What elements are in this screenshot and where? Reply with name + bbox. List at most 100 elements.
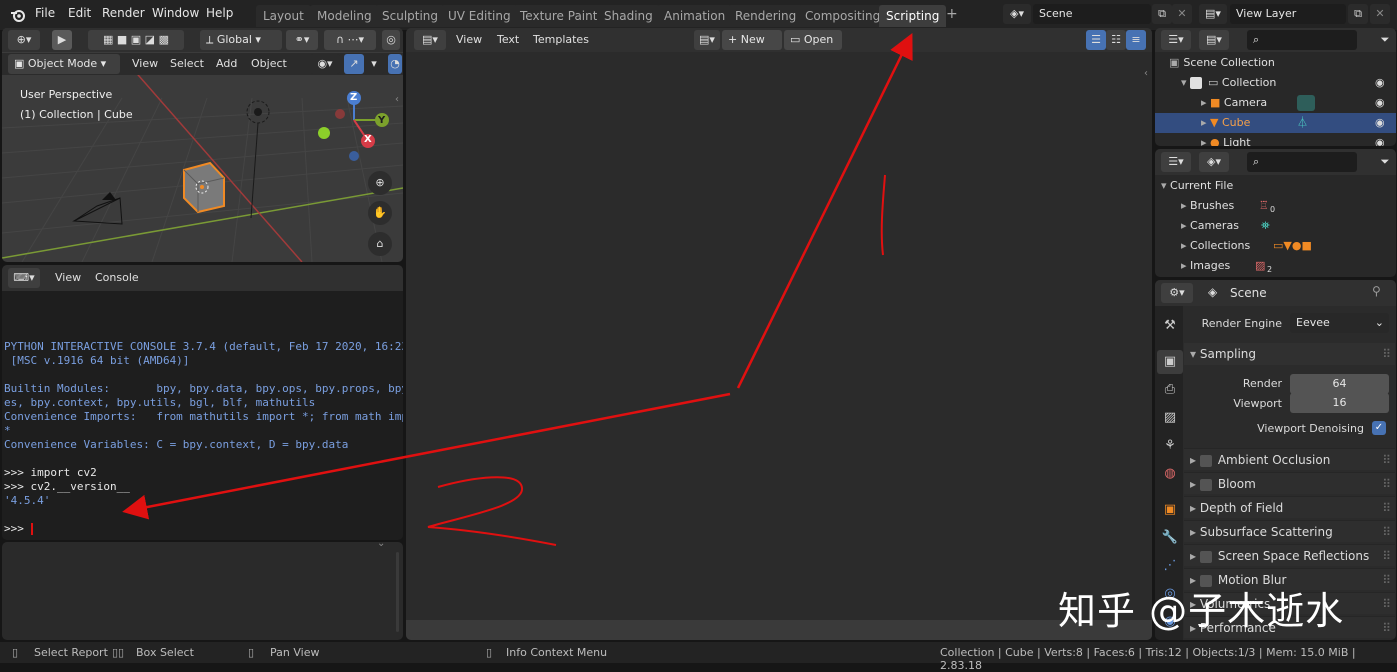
- particles-tab-icon[interactable]: ⋰: [1160, 558, 1180, 578]
- visibility-eye-icon[interactable]: ◉: [1375, 133, 1385, 146]
- viewport-denoising-checkbox[interactable]: ✓: [1372, 421, 1386, 435]
- panel-depth-of-field[interactable]: ▸ Depth of Field ⠿: [1184, 496, 1395, 518]
- camera-icon: ■: [1210, 96, 1224, 109]
- expand-icon: ▸: [1181, 219, 1191, 232]
- blend-file-mode-icon[interactable]: ◈▾: [1199, 152, 1229, 172]
- output-tab-icon[interactable]: ⎙: [1160, 382, 1180, 402]
- outliner-item-collection[interactable]: ▾ ▭ Collection ◉: [1155, 73, 1396, 93]
- outliner-item-camera[interactable]: ▸ ■ Camera ◉: [1155, 93, 1396, 113]
- panel-enable-checkbox[interactable]: [1199, 550, 1212, 563]
- sampling-label: Sampling: [1199, 347, 1257, 361]
- blend-file-outliner[interactable]: ☰▾ ◈▾ ⌕ ⏷ ▾ Current File ▸ Brushes ♖ 0 ▸ C…: [1155, 149, 1396, 277]
- mesh-object-icon: ▼: [1210, 116, 1222, 129]
- drag-handle-icon[interactable]: ⠿: [1382, 449, 1391, 471]
- camera-data-icon: [1297, 95, 1315, 111]
- current-file-label: Current File: [1170, 179, 1234, 192]
- visibility-eye-icon[interactable]: ◉: [1375, 93, 1385, 113]
- panel-bloom[interactable]: ▸ Bloom ⠿: [1184, 472, 1395, 494]
- editor-type-outliner-icon[interactable]: ☰▾: [1161, 30, 1191, 50]
- status-scene-stats: Collection | Cube | Verts:8 | Faces:6 | …: [940, 646, 1356, 672]
- editor-type-properties-icon[interactable]: ⚙▾: [1161, 283, 1193, 303]
- outliner-item-cube[interactable]: ▸ ▼ Cube ⏃ ◉: [1155, 113, 1396, 133]
- filter-icon-2[interactable]: ⏷: [1375, 152, 1395, 172]
- panel-enable-checkbox[interactable]: [1199, 478, 1212, 491]
- mouse-right-icon-2: ▯: [486, 646, 493, 659]
- light-label: Light: [1223, 136, 1251, 146]
- display-mode-icon[interactable]: ▤▾: [1199, 30, 1229, 50]
- current-file-row[interactable]: ▾ Current File: [1155, 176, 1396, 196]
- outliner[interactable]: ☰▾ ▤▾ ⌕ ⏷ ▣ Scene Collection ▾ ▭ Collecti…: [1155, 28, 1396, 146]
- cameras-label: Cameras: [1190, 219, 1239, 232]
- viewport-denoising-label: Viewport Denoising: [1257, 422, 1364, 435]
- collections-row[interactable]: ▸ Collections ▭▼●■: [1155, 236, 1396, 256]
- render-engine-dropdown[interactable]: Eevee ⌄: [1290, 313, 1389, 333]
- drag-handle-icon[interactable]: ⠿: [1382, 343, 1391, 365]
- expand-icon: ▸: [1201, 136, 1211, 146]
- light-icon: ●: [1210, 136, 1224, 146]
- drag-handle-icon[interactable]: ⠿: [1382, 497, 1391, 519]
- panel-label: Ambient Occlusion: [1217, 453, 1331, 467]
- status-select-report: Select Report: [34, 646, 108, 659]
- outliner-item-light[interactable]: ▸ ● Light ◉: [1155, 133, 1396, 146]
- render-samples-label: Render: [1242, 377, 1282, 390]
- image-icon: ▨: [1255, 259, 1266, 272]
- outliner-search-field[interactable]: ⌕: [1247, 30, 1357, 50]
- panel-subsurface-scattering[interactable]: ▸ Subsurface Scattering ⠿: [1184, 520, 1395, 542]
- render-samples-field[interactable]: 64: [1290, 374, 1389, 394]
- panel-enable-checkbox[interactable]: [1199, 454, 1212, 467]
- viewport-samples-field[interactable]: 16: [1290, 393, 1389, 413]
- filter-icon[interactable]: ⏷: [1375, 30, 1395, 50]
- world-tab-icon[interactable]: ◍: [1160, 466, 1180, 486]
- scene-tab-icon[interactable]: ⚘: [1160, 438, 1180, 458]
- expand-icon: ▸: [1181, 239, 1191, 252]
- outliner-scene-collection[interactable]: ▣ Scene Collection: [1155, 53, 1396, 73]
- status-box-select: Box Select: [136, 646, 194, 659]
- drag-handle-icon[interactable]: ⠿: [1382, 521, 1391, 543]
- panel-label: Subsurface Scattering: [1199, 525, 1333, 539]
- view-layer-tab-icon[interactable]: ▨: [1160, 410, 1180, 430]
- drag-handle-icon[interactable]: ⠿: [1382, 473, 1391, 495]
- scene-context-icon: ◈: [1208, 285, 1218, 299]
- mesh-data-icon: ⏃: [1297, 116, 1308, 129]
- sampling-panel-header[interactable]: ▾ Sampling ⠿: [1184, 343, 1395, 365]
- tool-tab-icon[interactable]: ⚒: [1160, 318, 1180, 338]
- cameras-row[interactable]: ▸ Cameras ⛯: [1155, 216, 1396, 236]
- expand-icon: ▸: [1181, 199, 1191, 212]
- mouse-left-icon: ▯: [12, 646, 19, 659]
- expand-icon: ▾: [1190, 347, 1200, 361]
- collection-checkbox[interactable]: [1190, 77, 1203, 89]
- panel-ambient-occlusion[interactable]: ▸ Ambient Occlusion ⠿: [1184, 448, 1395, 470]
- scene-collection-label: Scene Collection: [1183, 56, 1275, 69]
- render-engine-value: Eevee: [1296, 316, 1330, 329]
- images-label: Images: [1190, 259, 1231, 272]
- watermark-text: 知乎 @子木逝水: [1058, 589, 1345, 633]
- drag-handle-icon[interactable]: ⠿: [1382, 545, 1391, 567]
- expand-icon: ▾: [1181, 76, 1191, 89]
- viewport-samples-label: Viewport: [1233, 397, 1282, 410]
- dropdown-chevron-icon: ⌄: [1374, 316, 1384, 329]
- cube-label: Cube: [1222, 116, 1251, 129]
- collection-icon: ▭: [1208, 76, 1222, 89]
- status-pan-view: Pan View: [270, 646, 320, 659]
- drag-handle-icon[interactable]: ⠿: [1382, 569, 1391, 591]
- brushes-row[interactable]: ▸ Brushes ♖ 0: [1155, 196, 1396, 216]
- pin-icon[interactable]: ⚲: [1372, 284, 1381, 298]
- visibility-eye-icon[interactable]: ◉: [1375, 113, 1385, 133]
- collection-types-icon: ▭▼●■: [1273, 239, 1312, 252]
- render-tab-icon[interactable]: ▣: [1157, 350, 1183, 374]
- visibility-eye-icon[interactable]: ◉: [1375, 73, 1385, 93]
- modifier-tab-icon[interactable]: 🔧: [1160, 530, 1180, 550]
- expand-icon: ▾: [1161, 179, 1171, 192]
- expand-icon: ▸: [1201, 96, 1211, 109]
- drag-handle-icon[interactable]: ⠿: [1382, 593, 1391, 615]
- panel-screen-space-reflections[interactable]: ▸ Screen Space Reflections ⠿: [1184, 544, 1395, 566]
- expand-icon: ▸: [1201, 116, 1211, 129]
- images-row[interactable]: ▸ Images ▨ 2: [1155, 256, 1396, 276]
- expand-icon: ▸: [1190, 501, 1200, 515]
- blend-search-field[interactable]: ⌕: [1247, 152, 1357, 172]
- drag-handle-icon[interactable]: ⠿: [1382, 617, 1391, 639]
- object-tab-icon[interactable]: ▣: [1160, 502, 1180, 522]
- search-icon: ⌕: [1253, 33, 1260, 46]
- editor-type-outliner-icon-2[interactable]: ☰▾: [1161, 152, 1191, 172]
- scene-collection-icon: ▣: [1169, 56, 1180, 69]
